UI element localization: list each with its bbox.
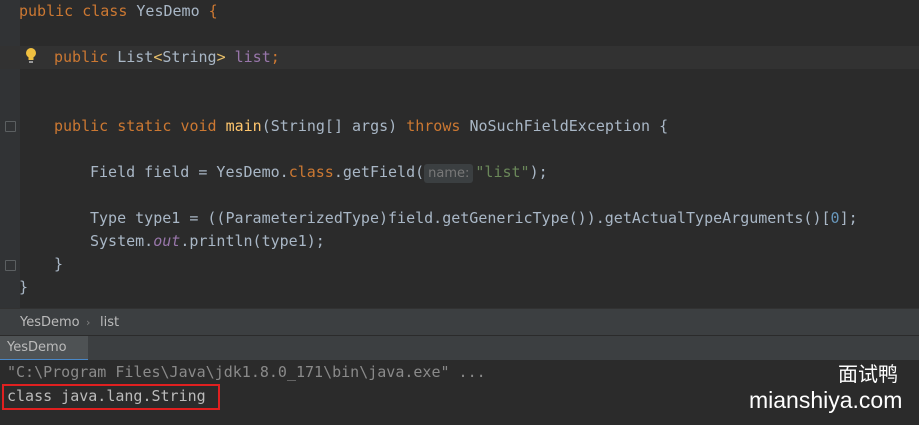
exception-type: NoSuchFieldException bbox=[469, 117, 651, 135]
params: (String[] args) bbox=[261, 117, 398, 135]
watermark-chinese: 面试鸭 bbox=[838, 362, 898, 386]
code-line-1: public class YesDemo { bbox=[0, 0, 919, 23]
keyword-void: void bbox=[180, 117, 217, 135]
field-decl: Field field = YesDemo. bbox=[90, 163, 289, 181]
type-list: List bbox=[117, 48, 154, 66]
index-literal: 0 bbox=[830, 209, 840, 227]
class-name: YesDemo bbox=[136, 2, 200, 20]
statement-end: ]; bbox=[839, 209, 858, 227]
lightbulb-icon[interactable] bbox=[24, 47, 38, 67]
code-line-close-method: } bbox=[0, 253, 919, 276]
code-line-type: Type type1 = ((ParameterizedType)field.g… bbox=[0, 207, 919, 230]
field-list: list bbox=[234, 48, 271, 66]
highlight-box bbox=[2, 384, 220, 410]
code-line-close-class: } bbox=[0, 276, 919, 299]
param-hint: name: bbox=[424, 164, 474, 183]
breadcrumb-separator: › bbox=[86, 316, 91, 329]
keyword-throws: throws bbox=[406, 117, 461, 135]
type-string: String bbox=[162, 48, 217, 66]
type-decl: Type type1 = ((ParameterizedType)field.g… bbox=[90, 209, 831, 227]
watermark-site: mianshiya.com bbox=[749, 387, 903, 413]
code-line-field-decl: public List<String> list; bbox=[0, 46, 919, 69]
open-brace: { bbox=[208, 2, 218, 20]
method-main: main bbox=[225, 117, 262, 135]
run-toolbar: YesDemo bbox=[0, 335, 919, 361]
keyword-class: class bbox=[288, 163, 334, 181]
breadcrumb-member[interactable]: list bbox=[100, 309, 119, 336]
getfield-call: .getField( bbox=[333, 163, 425, 181]
open-brace: { bbox=[659, 117, 669, 135]
code-editor[interactable]: public class YesDemo { public List<Strin… bbox=[0, 0, 919, 308]
string-literal: "list" bbox=[475, 163, 530, 181]
keyword-class: class bbox=[82, 2, 128, 20]
close-brace: } bbox=[19, 278, 29, 296]
code-line-getfield: Field field = YesDemo.class.getField(nam… bbox=[0, 161, 919, 184]
keyword-public: public bbox=[19, 2, 74, 20]
println-call: .println(type1); bbox=[180, 232, 325, 250]
generic-close: > bbox=[216, 48, 226, 66]
keyword-static: static bbox=[117, 117, 172, 135]
keyword-public: public bbox=[54, 117, 109, 135]
semicolon: ; bbox=[270, 48, 280, 66]
fold-icon[interactable] bbox=[5, 121, 16, 132]
code-line-main: public static void main(String[] args) t… bbox=[0, 115, 919, 138]
system-class: System. bbox=[90, 232, 154, 250]
keyword-public: public bbox=[54, 48, 109, 66]
close-brace: } bbox=[54, 255, 64, 273]
breadcrumb: YesDemo › list bbox=[0, 308, 919, 336]
run-tab[interactable]: YesDemo bbox=[0, 336, 88, 361]
ide-window: public class YesDemo { public List<Strin… bbox=[0, 0, 919, 425]
call-end: ); bbox=[529, 163, 548, 181]
fold-icon[interactable] bbox=[5, 260, 16, 271]
code-line-println: System.out.println(type1); bbox=[0, 230, 919, 253]
breadcrumb-class[interactable]: YesDemo bbox=[20, 309, 80, 336]
console-command-line: "C:\Program Files\Java\jdk1.8.0_171\bin\… bbox=[7, 363, 486, 381]
static-field-out: out bbox=[153, 232, 181, 250]
